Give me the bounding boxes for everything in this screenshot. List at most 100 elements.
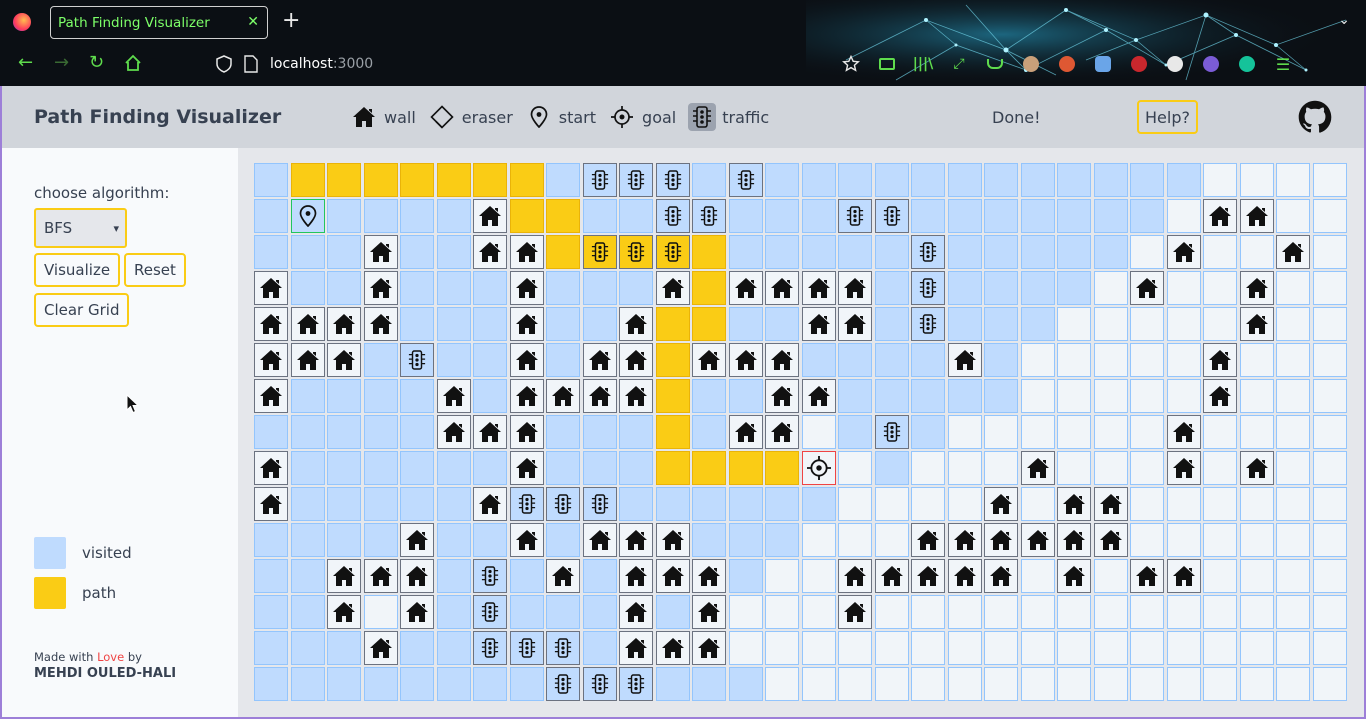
grid-cell-wall[interactable] xyxy=(801,379,836,413)
grid-cell-wall[interactable] xyxy=(254,379,288,413)
grid-cell-visited[interactable] xyxy=(1020,235,1055,269)
grid-cell-visited[interactable] xyxy=(801,487,836,521)
grid-cell-visited[interactable] xyxy=(619,487,653,521)
grid-cell[interactable] xyxy=(1239,163,1274,197)
grid-cell[interactable] xyxy=(1312,199,1347,233)
grid-cell[interactable] xyxy=(801,631,836,665)
grid-cell[interactable] xyxy=(1020,595,1055,629)
grid-cell-wall[interactable] xyxy=(838,271,872,305)
grid-cell[interactable] xyxy=(1166,523,1201,557)
grid-cell-wall[interactable] xyxy=(619,343,653,377)
grid-cell-visited[interactable] xyxy=(874,451,909,485)
grid-cell-wall[interactable] xyxy=(1093,523,1128,557)
grid-cell-visited[interactable] xyxy=(546,163,580,197)
grid-cell-path[interactable] xyxy=(509,163,544,197)
grid-cell-visited[interactable] xyxy=(692,163,726,197)
grid-cell[interactable] xyxy=(801,667,836,701)
grid-cell-wall[interactable] xyxy=(728,415,763,449)
grid-cell-traffic[interactable] xyxy=(400,343,434,377)
grid-cell-visited[interactable] xyxy=(509,667,544,701)
grid-cell-path[interactable] xyxy=(400,163,434,197)
grid-cell[interactable] xyxy=(947,595,982,629)
grid-cell-wall[interactable] xyxy=(655,271,690,305)
grid-cell-visited[interactable] xyxy=(984,271,1018,305)
grid-cell-visited[interactable] xyxy=(290,631,325,665)
grid-cell-visited[interactable] xyxy=(874,235,909,269)
grid-cell-visited[interactable] xyxy=(254,559,288,593)
grid-cell-wall[interactable] xyxy=(765,343,799,377)
grid-cell[interactable] xyxy=(1312,271,1347,305)
grid-cell[interactable] xyxy=(1312,595,1347,629)
grid-cell[interactable] xyxy=(1312,523,1347,557)
grid-cell[interactable] xyxy=(1203,523,1237,557)
grid-cell-visited[interactable] xyxy=(436,595,471,629)
grid-cell-wall[interactable] xyxy=(1166,559,1201,593)
back-arrow-icon[interactable]: ← xyxy=(18,54,33,72)
grid-cell-path[interactable] xyxy=(692,451,726,485)
grid-cell-visited[interactable] xyxy=(436,307,471,341)
grid-cell[interactable] xyxy=(1312,451,1347,485)
grid-cell-visited[interactable] xyxy=(765,307,799,341)
grid-cell[interactable] xyxy=(1239,595,1274,629)
grid-cell-visited[interactable] xyxy=(582,451,617,485)
grid-cell[interactable] xyxy=(1312,379,1347,413)
tool-wall[interactable]: wall xyxy=(350,103,416,131)
grid-cell[interactable] xyxy=(1203,487,1237,521)
grid-cell-visited[interactable] xyxy=(947,163,982,197)
grid-cell-visited[interactable] xyxy=(801,199,836,233)
grid-cell-path[interactable] xyxy=(765,451,799,485)
grid-cell[interactable] xyxy=(765,595,799,629)
grid-cell[interactable] xyxy=(1020,487,1055,521)
grid-cell-wall[interactable] xyxy=(619,559,653,593)
grid-cell[interactable] xyxy=(1203,415,1237,449)
bookmark-star-icon[interactable] xyxy=(840,53,862,75)
grid-cell-visited[interactable] xyxy=(327,271,361,305)
grid-cell-visited[interactable] xyxy=(947,271,982,305)
grid-cell-wall[interactable] xyxy=(619,307,653,341)
grid-cell-path[interactable] xyxy=(327,163,361,197)
grid-cell[interactable] xyxy=(911,631,945,665)
grid-cell-wall[interactable] xyxy=(1239,451,1274,485)
grid-cell[interactable] xyxy=(947,451,982,485)
tab-list-chevron-icon[interactable]: ⌄ xyxy=(1338,12,1350,28)
grid-cell-visited[interactable] xyxy=(947,379,982,413)
grid-cell-visited[interactable] xyxy=(765,199,799,233)
grid-cell[interactable] xyxy=(947,667,982,701)
grid-cell-wall[interactable] xyxy=(947,559,982,593)
grid-cell-wall[interactable] xyxy=(509,415,544,449)
grid-cell-visited[interactable] xyxy=(692,523,726,557)
grid-cell-wall[interactable] xyxy=(363,271,398,305)
grid-cell[interactable] xyxy=(1166,667,1201,701)
grid-cell-wall[interactable] xyxy=(692,631,726,665)
grid-cell-visited[interactable] xyxy=(436,523,471,557)
grid-cell[interactable] xyxy=(1020,667,1055,701)
grid-cell-visited[interactable] xyxy=(1093,163,1128,197)
grid-cell-visited[interactable] xyxy=(1020,199,1055,233)
grid-cell-wall[interactable] xyxy=(290,307,325,341)
grid-cell-visited[interactable] xyxy=(947,235,982,269)
grid-cell-wall[interactable] xyxy=(1239,271,1274,305)
grid-cell-visited[interactable] xyxy=(290,451,325,485)
grid-cell-visited[interactable] xyxy=(400,199,434,233)
tab-close-icon[interactable]: ✕ xyxy=(247,14,259,30)
grid-cell-visited[interactable] xyxy=(947,307,982,341)
grid-cell-visited[interactable] xyxy=(363,523,398,557)
tool-start[interactable]: start xyxy=(525,103,596,131)
grid-cell-wall[interactable] xyxy=(1276,235,1310,269)
grid-cell-visited[interactable] xyxy=(582,595,617,629)
grid-cell-path[interactable] xyxy=(655,415,690,449)
grid-cell-wall[interactable] xyxy=(619,595,653,629)
grid-cell-visited[interactable] xyxy=(473,451,507,485)
tool-eraser[interactable]: eraser xyxy=(428,103,513,131)
grid-cell[interactable] xyxy=(1276,163,1310,197)
grid-cell[interactable] xyxy=(1312,559,1347,593)
grid-cell-visited[interactable] xyxy=(546,595,580,629)
grid-cell-wall[interactable] xyxy=(1203,199,1237,233)
grid-cell-visited[interactable] xyxy=(327,667,361,701)
grid-cell[interactable] xyxy=(1166,199,1201,233)
grid-cell-wall[interactable] xyxy=(984,487,1018,521)
grid-cell-path[interactable] xyxy=(509,199,544,233)
grid-cell-visited[interactable] xyxy=(1093,235,1128,269)
grid-cell-visited[interactable] xyxy=(254,595,288,629)
grid-cell-visited[interactable] xyxy=(436,451,471,485)
